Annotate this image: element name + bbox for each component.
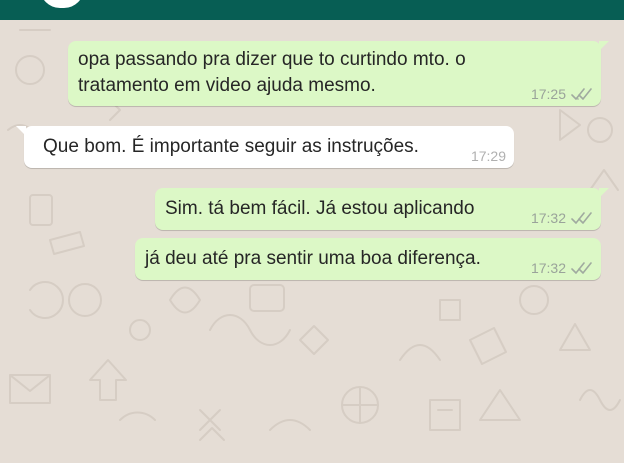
message-text-line: Sim. tá bem fácil. Já estou aplicando: [165, 198, 475, 219]
message-time: 17:32: [530, 260, 566, 276]
message-text-line: já deu até pra sentir uma boa diferença.: [145, 248, 481, 269]
message-time: 17:25: [530, 86, 566, 102]
message-text-line: opa passando pra dizer que to curtindo m…: [78, 49, 466, 70]
double-check-icon: [571, 88, 592, 100]
message-bubble-outgoing[interactable]: já deu até pra sentir uma boa diferença.…: [135, 238, 601, 280]
message-bubble-outgoing[interactable]: Sim. tá bem fácil. Já estou aplicando 17…: [155, 188, 609, 230]
message-text-line: tratamento em video ajuda mesmo.: [78, 75, 376, 96]
double-check-icon: [571, 212, 592, 224]
message-bubble-outgoing[interactable]: opa passando pra dizer que to curtindo m…: [68, 41, 609, 106]
message-time: 17:32: [530, 210, 566, 226]
bubble-tail: [599, 188, 609, 198]
contact-avatar[interactable]: [40, 0, 84, 8]
message-time: 17:29: [470, 148, 506, 164]
bubble-tail: [16, 126, 26, 136]
double-check-icon: [571, 262, 592, 274]
bubble-tail: [599, 41, 609, 51]
message-text-line: Que bom. É importante seguir as instruçõ…: [43, 136, 419, 157]
message-bubble-incoming[interactable]: Que bom. É importante seguir as instruçõ…: [16, 126, 514, 168]
chat-header-bar: [0, 0, 624, 20]
